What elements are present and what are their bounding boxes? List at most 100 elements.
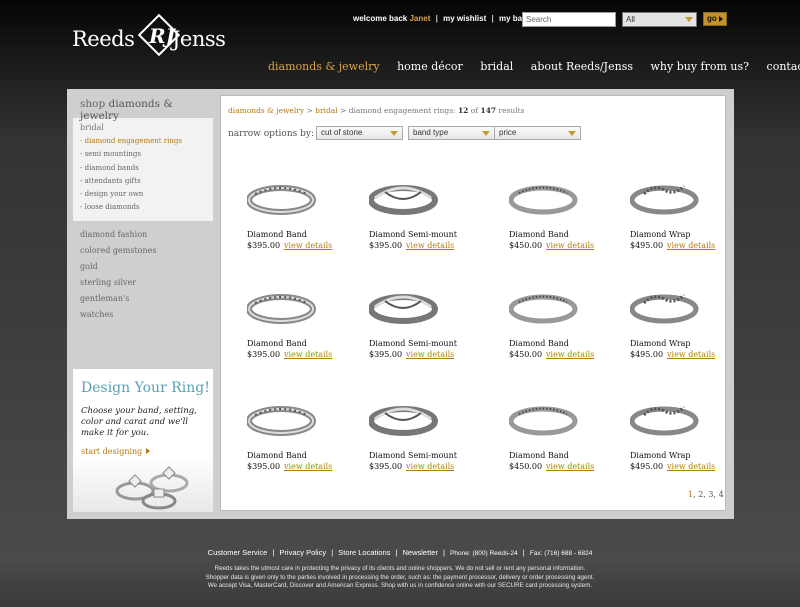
nav-item-diamonds-jewelry[interactable]: diamonds & jewelry <box>268 60 380 73</box>
product-card[interactable]: Diamond Band $450.00 view details <box>509 285 614 385</box>
footer-separator: | <box>331 548 334 557</box>
sidebar-item-colored-gemstones[interactable]: colored gemstones <box>73 243 213 259</box>
view-details-link[interactable]: view details <box>406 241 454 250</box>
product-name[interactable]: Diamond Wrap <box>630 339 691 348</box>
product-price: $395.00 <box>247 241 281 250</box>
product-card[interactable]: Diamond Wrap $495.00 view details <box>630 397 735 497</box>
product-name[interactable]: Diamond Semi-mount <box>369 339 457 348</box>
arrow-right-icon <box>146 448 151 454</box>
product-card[interactable]: Diamond Band $395.00 view details <box>247 285 352 385</box>
product-price: $495.00 <box>630 462 664 471</box>
channel-ring-icon[interactable] <box>509 285 579 325</box>
product-name[interactable]: Diamond Band <box>509 451 569 460</box>
user-name-link[interactable]: Janet <box>409 14 430 23</box>
sidebar-subitem-semi-mountings[interactable]: - semi mountings <box>80 148 213 161</box>
sidebar-item-gentlemans[interactable]: gentleman's <box>73 291 213 307</box>
view-details-link[interactable]: view details <box>546 350 594 359</box>
sidebar-item-sterling-silver[interactable]: sterling silver <box>73 275 213 291</box>
wrap-ring-icon[interactable] <box>630 397 700 437</box>
product-card[interactable]: Diamond Semi-mount $395.00 view details <box>369 285 474 385</box>
brand-logo[interactable]: Reeds RJ Jenss <box>72 13 232 62</box>
view-details-link[interactable]: view details <box>546 241 594 250</box>
product-price: $450.00 <box>509 350 543 359</box>
nav-item-why-buy[interactable]: why buy from us? <box>650 60 749 73</box>
footer-newsletter-link[interactable]: Newsletter <box>403 548 438 557</box>
footer-line-1: Reeds takes the utmost care in protectin… <box>214 565 586 572</box>
product-card[interactable]: Diamond Band $395.00 view details <box>247 176 352 276</box>
search-go-button[interactable]: go <box>703 12 727 26</box>
sidebar-subitem-diamond-bands[interactable]: - diamond bands <box>80 162 213 175</box>
breadcrumb-current: diamond engagement rings: <box>348 106 456 115</box>
wrap-ring-icon[interactable] <box>630 176 700 216</box>
footer-customer-service-link[interactable]: Customer Service <box>208 548 268 557</box>
product-name[interactable]: Diamond Band <box>509 339 569 348</box>
product-price: $495.00 <box>630 350 664 359</box>
footer-privacy-policy-link[interactable]: Privacy Policy <box>279 548 326 557</box>
wishlist-link[interactable]: my wishlist <box>443 14 486 23</box>
nav-item-contact[interactable]: contact <box>767 60 800 73</box>
view-details-link[interactable]: view details <box>284 462 332 471</box>
nav-item-home-decor[interactable]: home décor <box>397 60 463 73</box>
sidebar-item-bridal[interactable]: bridal <box>80 123 213 132</box>
footer-store-locations-link[interactable]: Store Locations <box>338 548 390 557</box>
product-name[interactable]: Diamond Band <box>247 230 307 239</box>
footer-line-2: Shopper data is given only to the partie… <box>205 573 595 581</box>
band-ring-icon[interactable] <box>247 176 317 216</box>
sidebar-subitem-attendants-gifts[interactable]: - attendants gifts <box>80 175 213 188</box>
breadcrumb-diamonds-jewelry[interactable]: diamonds & jewelry <box>228 106 304 115</box>
nav-item-about[interactable]: about Reeds/Jenss <box>531 60 633 73</box>
view-details-link[interactable]: view details <box>406 462 454 471</box>
product-card[interactable]: Diamond Wrap $495.00 view details <box>630 176 735 276</box>
sidebar-item-diamond-fashion[interactable]: diamond fashion <box>73 227 213 243</box>
narrow-options-label: narrow options by: <box>228 129 314 139</box>
footer-separator: | <box>272 548 275 557</box>
search-input[interactable] <box>522 12 616 27</box>
product-card[interactable]: Diamond Wrap $495.00 view details <box>630 285 735 385</box>
product-name[interactable]: Diamond Band <box>247 451 307 460</box>
sidebar-subitem-loose-diamonds[interactable]: - loose diamonds <box>80 201 213 214</box>
cut-of-stone-filter[interactable]: cut of stone <box>316 126 403 140</box>
view-details-link[interactable]: view details <box>284 350 332 359</box>
nav-item-bridal[interactable]: bridal <box>480 60 513 73</box>
sidebar-item-watches[interactable]: watches <box>73 307 213 323</box>
sidebar-subitem-design-your-own[interactable]: - design your own <box>80 188 213 201</box>
view-details-link[interactable]: view details <box>667 350 715 359</box>
twist-ring-icon[interactable] <box>369 397 439 437</box>
wrap-ring-icon[interactable] <box>630 285 700 325</box>
channel-ring-icon[interactable] <box>509 397 579 437</box>
view-details-link[interactable]: view details <box>284 241 332 250</box>
twist-ring-icon[interactable] <box>369 285 439 325</box>
product-name[interactable]: Diamond Wrap <box>630 230 691 239</box>
product-card[interactable]: Diamond Semi-mount $395.00 view details <box>369 397 474 497</box>
product-name[interactable]: Diamond Band <box>509 230 569 239</box>
product-name[interactable]: Diamond Semi-mount <box>369 451 457 460</box>
pagination-separator: , <box>713 490 717 499</box>
channel-ring-icon[interactable] <box>509 176 579 216</box>
product-name[interactable]: Diamond Wrap <box>630 451 691 460</box>
sidebar-subitem-engagement-rings[interactable]: - diamond engagement rings <box>80 135 213 148</box>
band-ring-icon[interactable] <box>247 285 317 325</box>
product-card[interactable]: Diamond Band $450.00 view details <box>509 176 614 276</box>
design-ring-promo[interactable]: Design Your Ring! Choose your band, sett… <box>73 369 213 512</box>
breadcrumb-bridal[interactable]: bridal <box>315 106 337 115</box>
price-filter[interactable]: price <box>494 126 581 140</box>
band-ring-icon[interactable] <box>247 397 317 437</box>
search-scope-select[interactable]: All <box>622 12 697 27</box>
twist-ring-icon[interactable] <box>369 176 439 216</box>
view-details-link[interactable]: view details <box>667 241 715 250</box>
product-card[interactable]: Diamond Band $450.00 view details <box>509 397 614 497</box>
product-name[interactable]: Diamond Band <box>247 339 307 348</box>
product-card[interactable]: Diamond Band $395.00 view details <box>247 397 352 497</box>
band-type-filter[interactable]: band type <box>408 126 495 140</box>
view-details-link[interactable]: view details <box>667 462 715 471</box>
product-name[interactable]: Diamond Semi-mount <box>369 230 457 239</box>
start-designing-link[interactable]: start designing <box>81 447 151 456</box>
product-card[interactable]: Diamond Semi-mount $395.00 view details <box>369 176 474 276</box>
page-4-link[interactable]: 4 <box>719 490 724 499</box>
bridal-submenu: bridal - diamond engagement rings - semi… <box>73 118 213 221</box>
sidebar-item-gold[interactable]: gold <box>73 259 213 275</box>
logo-text-left: Reeds <box>72 27 135 51</box>
view-details-link[interactable]: view details <box>546 462 594 471</box>
footer-links: Customer Service | Privacy Policy | Stor… <box>0 548 800 557</box>
view-details-link[interactable]: view details <box>406 350 454 359</box>
